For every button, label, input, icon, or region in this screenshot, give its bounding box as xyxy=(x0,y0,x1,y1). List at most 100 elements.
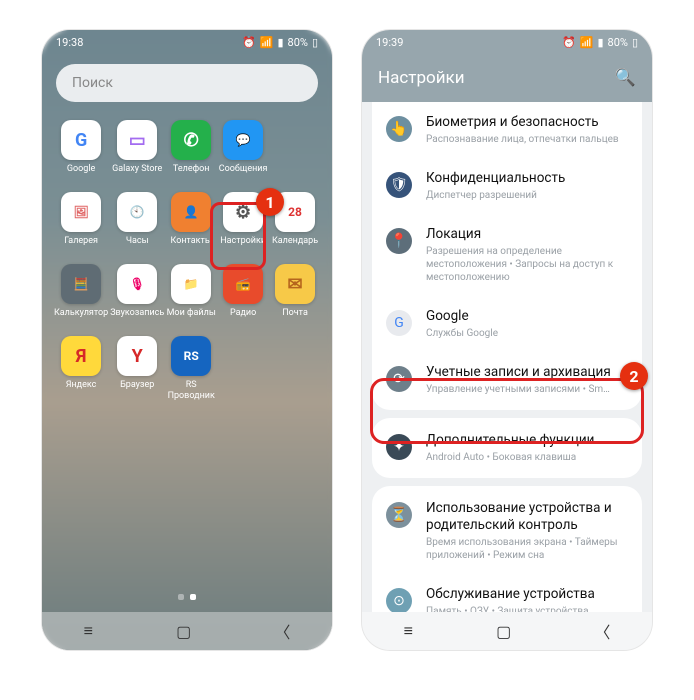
battery-icon: ▯ xyxy=(312,36,318,49)
app-label: RS Проводник xyxy=(166,380,216,402)
status-bar: 19:39 ⏰ 📶 ▮ 80% ▯ xyxy=(362,30,652,54)
status-battery: 80% xyxy=(608,36,628,49)
app-почта[interactable]: ✉ Почта xyxy=(270,264,320,330)
row-subtitle: Память • ОЗУ • Защита устройства xyxy=(426,605,628,612)
app-яндекс[interactable]: Я Яндекс xyxy=(54,336,108,402)
app-label: Почта xyxy=(282,308,308,330)
nav-back-icon[interactable]: 〈 xyxy=(274,619,290,643)
row-subtitle: Службы Google xyxy=(426,327,628,340)
app-label: Часы xyxy=(126,236,149,258)
settings-row[interactable]: 🛡 КонфиденциальностьДиспетчер разрешений xyxy=(372,158,642,214)
nav-recents-icon[interactable]: ≡ xyxy=(404,621,413,641)
row-icon: G xyxy=(386,310,412,336)
app-icon: ▭ xyxy=(117,120,157,160)
app-icon: 🧮 xyxy=(61,264,101,304)
callout-box-2 xyxy=(370,378,644,444)
row-text: Локация Разрешения на определение местопо… xyxy=(426,226,628,284)
callout-box-1 xyxy=(210,202,266,270)
app-label: Браузер xyxy=(120,380,154,402)
row-icon: ⊙ xyxy=(386,588,412,612)
row-title: Биометрия и безопасность xyxy=(426,114,628,131)
app-label: Яндекс xyxy=(66,380,97,402)
row-text: Использование устройства и родительский … xyxy=(426,500,628,562)
row-text: GoogleСлужбы Google xyxy=(426,308,628,340)
row-title: Использование устройства и родительский … xyxy=(426,500,628,534)
nav-back-icon[interactable]: 〈 xyxy=(594,619,610,643)
app-label: Календарь xyxy=(272,236,318,258)
row-text: КонфиденциальностьДиспетчер разрешений xyxy=(426,170,628,202)
app-icon: 👤 xyxy=(171,192,211,232)
row-title: Конфиденциальность xyxy=(426,170,628,187)
signal-icon: ▮ xyxy=(597,36,603,49)
app-label: Galaxy Store xyxy=(112,164,162,186)
signal-icon: ▮ xyxy=(277,36,283,49)
row-subtitle: Разрешения на определение местоположения… xyxy=(426,245,628,284)
app-label: Сообщения xyxy=(219,164,268,186)
app-icon: Y xyxy=(117,336,157,376)
app-icon: ✆ xyxy=(171,120,211,160)
nav-home-icon[interactable]: ▢ xyxy=(496,622,511,641)
app-rs-проводник[interactable]: RS RS Проводник xyxy=(166,336,216,402)
app-galaxy-store[interactable]: ▭ Galaxy Store xyxy=(110,120,164,186)
nav-recents-icon[interactable]: ≡ xyxy=(84,621,93,641)
settings-group: ⏳Использование устройства и родительский… xyxy=(372,486,642,612)
row-subtitle: Android Auto • Боковая клавиша xyxy=(426,451,628,464)
app-icon: 🕙 xyxy=(117,192,157,232)
app-браузер[interactable]: Y Браузер xyxy=(110,336,164,402)
page-indicator[interactable] xyxy=(42,594,332,600)
settings-group: 👆 Биометрия и безопасность Распознавание л… xyxy=(372,102,642,410)
app-мои-файлы[interactable]: 📁Мои файлы xyxy=(166,264,216,330)
row-text: Обслуживание устройстваПамять • ОЗУ • За… xyxy=(426,586,628,612)
wifi-icon: 📶 xyxy=(580,36,594,49)
phone-settings: 19:39 ⏰ 📶 ▮ 80% ▯ Настройки 🔍 👆 Биометрия… xyxy=(362,30,652,650)
app-icon: Я xyxy=(61,336,101,376)
settings-row[interactable]: ⏳Использование устройства и родительский… xyxy=(372,488,642,574)
callout-badge-2: 2 xyxy=(620,362,648,390)
app-label: Google xyxy=(67,164,95,186)
app-телефон[interactable]: ✆ Телефон xyxy=(166,120,216,186)
settings-list[interactable]: 👆 Биометрия и безопасность Распознавание л… xyxy=(362,102,652,612)
search-input[interactable]: Поиск xyxy=(56,64,318,102)
app-label: Калькулятор xyxy=(54,308,108,330)
settings-row[interactable]: G GoogleСлужбы Google xyxy=(372,296,642,352)
app-часы[interactable]: 🕙 Часы xyxy=(110,192,164,258)
status-bar: 19:38 ⏰ 📶 ▮ 80% ▯ xyxy=(42,30,332,54)
app-icon: RS xyxy=(171,336,211,376)
search-icon[interactable]: 🔍 xyxy=(615,68,636,88)
app-радио[interactable]: 📻Радио xyxy=(218,264,268,330)
app-сообщения[interactable]: 💬 Сообщения xyxy=(218,120,268,186)
app-empty xyxy=(270,120,320,186)
row-subtitle: Время использования экрана • Таймеры при… xyxy=(426,536,628,562)
alarm-icon: ⏰ xyxy=(562,36,576,49)
settings-row[interactable]: 📍 Локация Разрешения на определение местоп… xyxy=(372,214,642,296)
app-звукозапись[interactable]: 🎙Звукозапись xyxy=(110,264,164,330)
app-grid: G Google ▭ Galaxy Store ✆ Телефон 💬 Сообщения 🖼Г… xyxy=(54,120,320,402)
wifi-icon: 📶 xyxy=(260,36,274,49)
phone-launcher: 19:38 ⏰ 📶 ▮ 80% ▯ Поиск G Google ▭ Galaxy S… xyxy=(42,30,332,650)
row-icon: 📍 xyxy=(386,228,412,254)
app-icon: G xyxy=(61,120,101,160)
settings-row[interactable]: ⊙ Обслуживание устройстваПамять • ОЗУ • З… xyxy=(372,574,642,612)
app-label: Телефон xyxy=(173,164,210,186)
app-icon: 🎙 xyxy=(117,264,157,304)
app-контакты[interactable]: 👤Контакты xyxy=(166,192,216,258)
callout-badge-1: 1 xyxy=(256,188,284,216)
status-time: 19:38 xyxy=(56,36,83,49)
row-text: Биометрия и безопасность Распознавание ли… xyxy=(426,114,628,146)
settings-row[interactable]: 👆 Биометрия и безопасность Распознавание л… xyxy=(372,102,642,158)
battery-icon: ▯ xyxy=(632,36,638,49)
app-label: Мои файлы xyxy=(167,308,216,330)
row-title: Локация xyxy=(426,226,628,243)
app-icon: ✉ xyxy=(275,264,315,304)
row-icon: 🛡 xyxy=(386,172,412,198)
row-subtitle: Распознавание лица, отпечатки пальцев xyxy=(426,133,628,146)
alarm-icon: ⏰ xyxy=(242,36,256,49)
app-калькулятор[interactable]: 🧮 Калькулятор xyxy=(54,264,108,330)
app-google[interactable]: G Google xyxy=(54,120,108,186)
app-icon: 💬 xyxy=(223,120,263,160)
page-title: Настройки xyxy=(378,68,465,88)
nav-home-icon[interactable]: ▢ xyxy=(176,622,191,641)
nav-bar: ≡ ▢ 〈 xyxy=(362,612,652,650)
app-галерея[interactable]: 🖼Галерея xyxy=(54,192,108,258)
row-icon: 👆 xyxy=(386,116,412,142)
